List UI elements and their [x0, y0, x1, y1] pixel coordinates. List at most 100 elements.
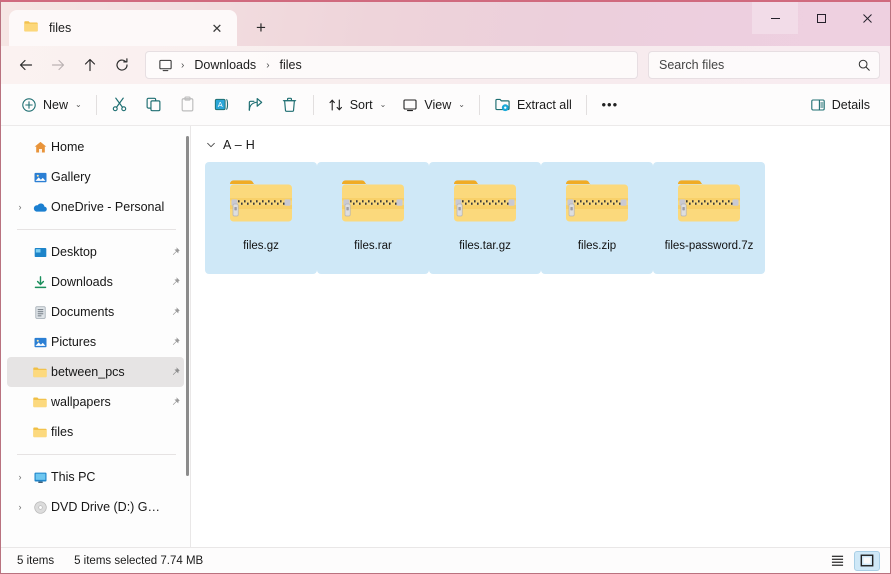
zipped-folder-icon [448, 170, 522, 234]
sidebar-item-dvd-drive[interactable]: › DVD Drive (D:) GParted-liv [7, 492, 184, 522]
folder-icon [29, 394, 51, 410]
folder-icon [29, 424, 51, 440]
sidebar-label: Gallery [51, 170, 166, 184]
copy-button[interactable] [137, 90, 171, 120]
sidebar-label: Downloads [51, 275, 166, 289]
sidebar-item-documents[interactable]: Documents [7, 297, 184, 327]
pin-icon[interactable] [166, 246, 184, 258]
sidebar-item-this-pc[interactable]: › This PC [7, 462, 184, 492]
rename-icon: A [213, 96, 230, 113]
file-list-view[interactable]: A – H [191, 126, 890, 547]
details-view-button[interactable] [824, 551, 850, 571]
file-name: files-password.7z [665, 240, 754, 252]
tab-files[interactable]: files ✕ [9, 10, 237, 46]
details-pane-button[interactable]: Details [802, 90, 878, 120]
close-window-button[interactable] [844, 2, 890, 34]
up-arrow-icon[interactable] [75, 51, 105, 79]
sidebar-item-gallery[interactable]: Gallery [7, 162, 184, 192]
file-name: files.zip [578, 240, 616, 252]
this-pc-icon[interactable] [154, 58, 177, 73]
search-icon[interactable] [857, 58, 871, 72]
pin-icon[interactable] [166, 396, 184, 408]
documents-icon [29, 305, 51, 320]
navigation-pane: Home Gallery › OneDrive - Personal [1, 126, 191, 547]
new-button[interactable]: New ⌄ [13, 90, 90, 120]
tab-strip: files ✕ + [1, 2, 277, 46]
see-more-button[interactable]: ••• [593, 90, 627, 120]
breadcrumb-separator-2: › [264, 60, 271, 71]
file-item[interactable]: files.tar.gz [429, 162, 541, 274]
plus-circle-icon [21, 97, 37, 113]
sidebar-item-desktop[interactable]: Desktop [7, 237, 184, 267]
extract-all-label: Extract all [517, 98, 572, 112]
pin-icon[interactable] [166, 276, 184, 288]
view-button[interactable]: View ⌄ [394, 90, 473, 120]
svg-text:A: A [218, 100, 223, 109]
item-count-label: 5 items [7, 555, 64, 567]
group-header-label: A – H [223, 138, 255, 152]
pin-icon[interactable] [166, 366, 184, 378]
file-tiles: files.gz [191, 158, 890, 274]
chevron-down-icon[interactable] [205, 139, 217, 151]
sidebar-label: OneDrive - Personal [51, 200, 166, 214]
file-item[interactable]: files-password.7z [653, 162, 765, 274]
chevron-down-icon[interactable]: ⌄ [75, 100, 82, 109]
file-item[interactable]: files.gz [205, 162, 317, 274]
cut-button[interactable] [103, 90, 137, 120]
ellipsis-icon: ••• [602, 97, 619, 112]
maximize-button[interactable] [798, 2, 844, 34]
details-pane-icon [810, 97, 826, 113]
refresh-icon[interactable] [107, 51, 137, 79]
sidebar-item-wallpapers[interactable]: wallpapers [7, 387, 184, 417]
sidebar-divider-1 [17, 229, 176, 230]
file-item[interactable]: files.rar [317, 162, 429, 274]
paste-icon [179, 96, 196, 113]
minimize-button[interactable] [752, 2, 798, 34]
sort-button[interactable]: Sort ⌄ [320, 90, 395, 120]
file-explorer-window: files ✕ + [0, 0, 891, 574]
window-controls [752, 2, 890, 34]
chevron-right-icon[interactable]: › [11, 502, 29, 512]
breadcrumb[interactable]: › Downloads › files [145, 51, 638, 79]
chevron-right-icon[interactable]: › [11, 202, 29, 212]
sidebar-label: Pictures [51, 335, 166, 349]
file-item[interactable]: files.zip [541, 162, 653, 274]
sort-icon [328, 97, 344, 113]
pin-icon[interactable] [166, 336, 184, 348]
back-arrow-icon[interactable] [11, 51, 41, 79]
pin-icon[interactable] [166, 306, 184, 318]
sidebar-item-onedrive[interactable]: › OneDrive - Personal [7, 192, 184, 222]
chevron-down-icon[interactable]: ⌄ [380, 100, 387, 109]
new-tab-button[interactable]: + [245, 13, 277, 43]
extract-all-button[interactable]: Extract all [486, 90, 580, 120]
sidebar-label: wallpapers [51, 395, 166, 409]
sidebar-item-between-pcs[interactable]: between_pcs [7, 357, 184, 387]
onedrive-icon [29, 199, 51, 215]
chevron-down-icon[interactable]: ⌄ [458, 100, 465, 109]
large-icons-view-button[interactable] [854, 551, 880, 571]
file-name: files.tar.gz [459, 240, 511, 252]
folder-icon [23, 18, 39, 39]
chevron-right-icon[interactable]: › [11, 472, 29, 482]
sidebar-label: Documents [51, 305, 166, 319]
group-header[interactable]: A – H [191, 126, 890, 158]
rename-button[interactable]: A [205, 90, 239, 120]
delete-button[interactable] [273, 90, 307, 120]
sidebar-label: DVD Drive (D:) GParted-liv [51, 500, 166, 514]
sidebar-scrollbar[interactable] [186, 136, 189, 476]
paste-button [171, 90, 205, 120]
file-name: files.gz [243, 240, 279, 252]
toolbar-divider-3 [479, 95, 480, 115]
sidebar-item-home[interactable]: Home [7, 132, 184, 162]
sidebar-item-downloads[interactable]: Downloads [7, 267, 184, 297]
sidebar-label: Home [51, 140, 166, 154]
close-tab-button[interactable]: ✕ [207, 18, 227, 38]
sidebar-item-pictures[interactable]: Pictures [7, 327, 184, 357]
sidebar-item-files[interactable]: files [7, 417, 184, 447]
breadcrumb-item-files[interactable]: files [274, 56, 308, 74]
gallery-icon [29, 170, 51, 185]
new-button-label: New [43, 98, 68, 112]
share-button[interactable] [239, 90, 273, 120]
breadcrumb-item-downloads[interactable]: Downloads [188, 56, 262, 74]
search-input[interactable]: Search files [648, 51, 880, 79]
